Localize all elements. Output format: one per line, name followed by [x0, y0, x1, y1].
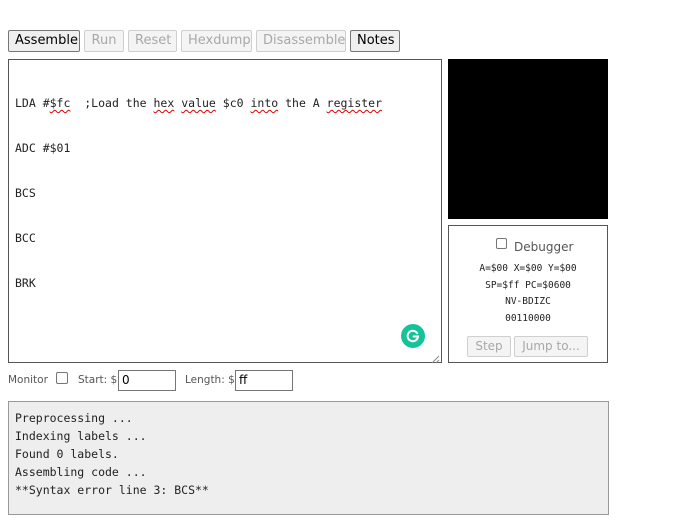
hexdump-button[interactable]: Hexdump — [181, 30, 252, 52]
step-button[interactable]: Step — [467, 336, 511, 357]
console-line: Found 0 labels. — [15, 447, 119, 461]
assemble-button[interactable]: Assemble — [8, 30, 80, 52]
reset-button[interactable]: Reset — [128, 30, 177, 52]
console-line: Assembling code ... — [15, 465, 147, 479]
flags-names: NV-BDIZC — [505, 296, 551, 307]
code-text: the A — [278, 96, 327, 110]
debugger-label: Debugger — [514, 240, 574, 254]
start-label: Start: $ — [78, 374, 118, 386]
disassemble-button[interactable]: Disassemble — [256, 30, 346, 52]
console-output: Preprocessing ... Indexing labels ... Fo… — [8, 401, 609, 515]
notes-button[interactable]: Notes — [350, 30, 400, 52]
code-line: BRK — [15, 276, 36, 290]
misspelled-word[interactable]: hex — [154, 96, 175, 110]
register-line-2: SP=$ff PC=$0600 — [485, 280, 571, 291]
misspelled-word[interactable]: value — [181, 96, 216, 110]
code-text: LDA # — [15, 96, 50, 110]
register-line-1: A=$00 X=$00 Y=$00 — [479, 263, 577, 274]
console-line: Preprocessing ... — [15, 411, 133, 425]
code-line: BCC — [15, 231, 36, 245]
code-line: BCS — [15, 186, 36, 200]
debugger-panel: Debugger A=$00 X=$00 Y=$00 SP=$ff PC=$06… — [448, 225, 608, 363]
run-button[interactable]: Run — [84, 30, 124, 52]
start-address-input[interactable]: 0 — [118, 370, 176, 391]
resize-grip-icon[interactable] — [430, 351, 440, 364]
misspelled-word[interactable]: register — [327, 96, 382, 110]
code-text: ;Load the — [70, 96, 154, 110]
grammarly-icon[interactable] — [401, 324, 425, 348]
console-line: **Syntax error line 3: BCS** — [15, 483, 209, 497]
console-line: Indexing labels ... — [15, 429, 147, 443]
length-input[interactable]: ff — [235, 370, 293, 391]
code-line: LDA #$fc ;Load the hex value $c0 into th… — [15, 96, 435, 111]
jump-to-button[interactable]: Jump to... — [514, 336, 588, 357]
code-editor[interactable]: LDA #$fc ;Load the hex value $c0 into th… — [8, 59, 442, 363]
monitor-checkbox[interactable] — [56, 372, 68, 384]
misspelled-word[interactable]: into — [250, 96, 278, 110]
misspelled-word[interactable]: $fc — [50, 96, 71, 110]
debugger-checkbox[interactable] — [496, 238, 507, 249]
code-line: ADC #$01 — [15, 141, 71, 155]
code-text: $c0 — [215, 96, 251, 110]
length-label: Length: $ — [185, 374, 235, 386]
display-screen — [448, 59, 608, 219]
monitor-label: Monitor — [8, 374, 48, 386]
flags-bits: 00110000 — [505, 313, 551, 324]
